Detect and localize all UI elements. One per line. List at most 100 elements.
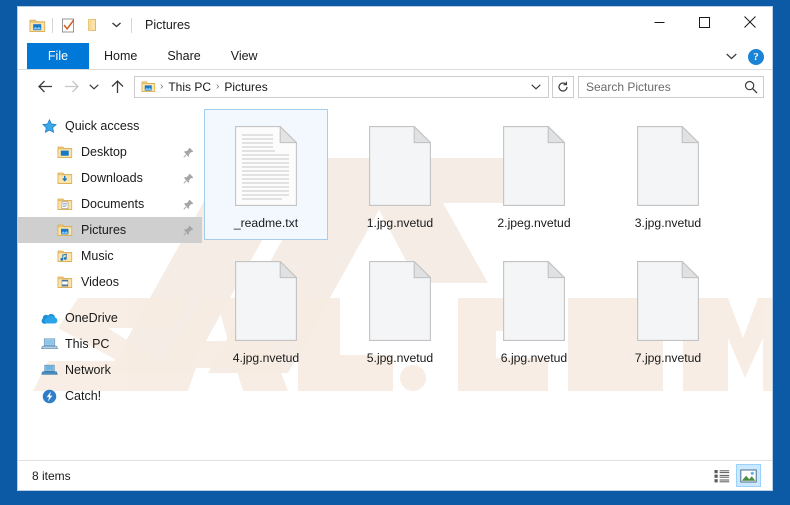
title-divider [131, 17, 132, 33]
downloads-folder-icon [54, 169, 76, 187]
file-item[interactable]: 4.jpg.nvetud [204, 244, 328, 375]
file-item[interactable]: 5.jpg.nvetud [338, 244, 462, 375]
search-icon[interactable] [744, 80, 758, 94]
file-name: 1.jpg.nvetud [366, 216, 434, 230]
search-input[interactable]: Search Pictures [578, 75, 764, 98]
window-controls [637, 7, 772, 37]
sidebar-item-label: Quick access [65, 119, 140, 133]
file-item[interactable]: 1.jpg.nvetud [338, 109, 462, 240]
pictures-folder-icon[interactable] [25, 13, 49, 37]
explorer-body: Quick access Desktop Downloads Documents… [18, 103, 772, 460]
sidebar-item-catch[interactable]: Catch! [18, 383, 202, 409]
sidebar-item-downloads[interactable]: Downloads [18, 165, 202, 191]
blank-document-icon [496, 118, 572, 214]
sidebar-item-label: Desktop [81, 145, 127, 159]
breadcrumb-pictures[interactable]: Pictures [220, 80, 271, 94]
desktop-folder-icon [54, 143, 76, 161]
address-bar: › This PC › Pictures Search Pictures [18, 70, 772, 103]
documents-folder-icon [54, 195, 76, 213]
file-name: 7.jpg.nvetud [634, 351, 702, 365]
qat-divider [52, 17, 53, 33]
details-view-icon[interactable] [709, 464, 734, 487]
text-document-icon [228, 118, 304, 214]
tab-view[interactable]: View [216, 43, 273, 69]
sidebar-item-label: Documents [81, 197, 145, 211]
item-count-label: 8 items [32, 468, 71, 483]
file-name: 4.jpg.nvetud [232, 351, 300, 365]
sidebar-item-pictures[interactable]: Pictures [18, 217, 202, 243]
explorer-window: Pictures File Home Share View ? › This P… [17, 6, 773, 491]
blank-document-icon [630, 118, 706, 214]
recent-locations-chevron-icon[interactable] [84, 75, 104, 99]
sidebar-item-label: Music [81, 249, 114, 263]
ribbon-tab-bar: File Home Share View ? [18, 43, 772, 70]
blank-document-icon [228, 253, 304, 349]
sidebar-item-label: Pictures [81, 223, 127, 237]
sidebar-item-label: This PC [65, 337, 110, 351]
blank-document-icon [362, 118, 438, 214]
blank-document-icon [362, 253, 438, 349]
chevron-down-icon[interactable] [722, 50, 741, 63]
sidebar-item-videos[interactable]: Videos [18, 269, 202, 295]
file-item[interactable]: _readme.txt [204, 109, 328, 240]
sidebar-item-label: Network [65, 363, 111, 377]
pin-icon[interactable] [183, 225, 194, 236]
sidebar-item-this-pc[interactable]: This PC [18, 331, 202, 357]
breadcrumb-this-pc[interactable]: This PC [164, 80, 215, 94]
pin-icon[interactable] [183, 147, 194, 158]
back-arrow-icon[interactable] [32, 75, 58, 99]
new-folder-icon[interactable] [80, 13, 104, 37]
status-bar: 8 items [18, 460, 772, 490]
tab-file[interactable]: File [27, 43, 89, 69]
title-bar: Pictures [18, 7, 772, 43]
file-item[interactable]: 3.jpg.nvetud [606, 109, 730, 240]
file-name: 3.jpg.nvetud [634, 216, 702, 230]
up-arrow-icon[interactable] [104, 75, 130, 99]
sidebar-item-documents[interactable]: Documents [18, 191, 202, 217]
tab-share[interactable]: Share [152, 43, 215, 69]
sidebar-item-onedrive[interactable]: OneDrive [18, 305, 202, 331]
breadcrumb[interactable]: › This PC › Pictures [134, 75, 549, 98]
file-name: 6.jpg.nvetud [500, 351, 568, 365]
properties-icon[interactable] [56, 13, 80, 37]
view-toggle-group [709, 464, 768, 487]
pictures-folder-icon [54, 221, 76, 239]
blank-document-icon [630, 253, 706, 349]
forward-arrow-icon[interactable] [58, 75, 84, 99]
refresh-icon[interactable] [552, 75, 574, 98]
minimize-button[interactable] [637, 7, 682, 37]
help-icon[interactable]: ? [748, 48, 764, 65]
pin-icon[interactable] [183, 173, 194, 184]
star-icon [38, 117, 60, 135]
address-dropdown-icon[interactable] [527, 77, 544, 97]
window-title: Pictures [145, 18, 191, 32]
customize-qat-chevron-icon[interactable] [104, 13, 128, 37]
file-name: 2.jpeg.nvetud [497, 216, 571, 230]
search-placeholder: Search Pictures [586, 79, 671, 94]
sidebar-item-label: Catch! [65, 389, 102, 403]
sidebar-item-label: Videos [81, 275, 119, 289]
file-list-pane[interactable]: _readme.txt 1.jpg.nvetud 2.jpeg.nvetud 3… [202, 103, 772, 460]
sidebar-item-music[interactable]: Music [18, 243, 202, 269]
file-item[interactable]: 6.jpg.nvetud [472, 244, 596, 375]
file-item[interactable]: 7.jpg.nvetud [606, 244, 730, 375]
file-name: _readme.txt [233, 216, 299, 230]
large-icons-view-icon[interactable] [736, 464, 761, 487]
sidebar-item-desktop[interactable]: Desktop [18, 139, 202, 165]
music-folder-icon [54, 247, 76, 265]
sidebar-item-label: Downloads [81, 171, 143, 185]
sidebar-item-network[interactable]: Network [18, 357, 202, 383]
tab-home[interactable]: Home [89, 43, 152, 69]
file-grid: _readme.txt 1.jpg.nvetud 2.jpeg.nvetud 3… [204, 109, 772, 379]
pin-icon[interactable] [183, 199, 194, 210]
file-name: 5.jpg.nvetud [366, 351, 434, 365]
blank-document-icon [496, 253, 572, 349]
sidebar-item-quick-access[interactable]: Quick access [18, 113, 202, 139]
this-pc-icon [38, 335, 60, 353]
maximize-button[interactable] [682, 7, 727, 37]
file-item[interactable]: 2.jpeg.nvetud [472, 109, 596, 240]
sidebar-item-label: OneDrive [65, 311, 118, 325]
close-button[interactable] [727, 7, 772, 37]
breadcrumb-folder-icon[interactable] [140, 80, 159, 93]
quick-access-toolbar [18, 13, 135, 37]
